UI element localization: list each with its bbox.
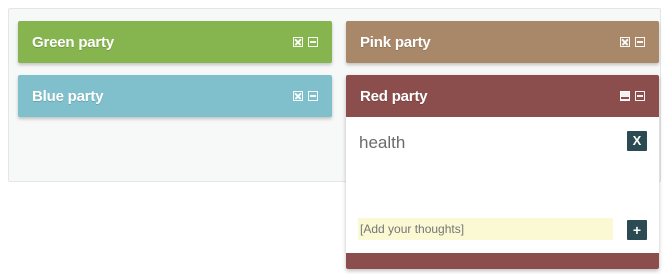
panel-title: Pink party (360, 33, 431, 51)
panel-title: Blue party (32, 87, 104, 105)
expand-square-icon[interactable] (308, 37, 318, 47)
panel-controls (293, 91, 318, 101)
close-square-icon[interactable] (293, 91, 303, 101)
panel-controls (620, 37, 645, 47)
close-square-icon[interactable] (293, 37, 303, 47)
expand-square-icon[interactable] (308, 91, 318, 101)
panel-controls (293, 37, 318, 47)
red-party-panel[interactable]: Red party (346, 75, 659, 117)
red-party-card: Red party health X + (346, 75, 659, 269)
red-party-body: health X + (346, 117, 659, 253)
red-party-footer (346, 253, 659, 269)
panel-title: Green party (32, 33, 114, 51)
add-thought-button[interactable]: + (627, 220, 647, 240)
panel-title: Red party (360, 87, 428, 105)
topic-label: health (359, 133, 406, 152)
remove-topic-button[interactable]: X (627, 131, 647, 151)
panel-controls (620, 91, 645, 101)
thoughts-input[interactable] (358, 218, 613, 240)
pink-party-panel[interactable]: Pink party (346, 21, 659, 63)
close-square-icon[interactable] (620, 37, 630, 47)
expand-square-icon[interactable] (635, 37, 645, 47)
blue-party-panel[interactable]: Blue party (18, 75, 332, 117)
restore-square-icon[interactable] (635, 91, 645, 101)
minimize-square-icon[interactable] (620, 91, 630, 101)
green-party-panel[interactable]: Green party (18, 21, 332, 63)
